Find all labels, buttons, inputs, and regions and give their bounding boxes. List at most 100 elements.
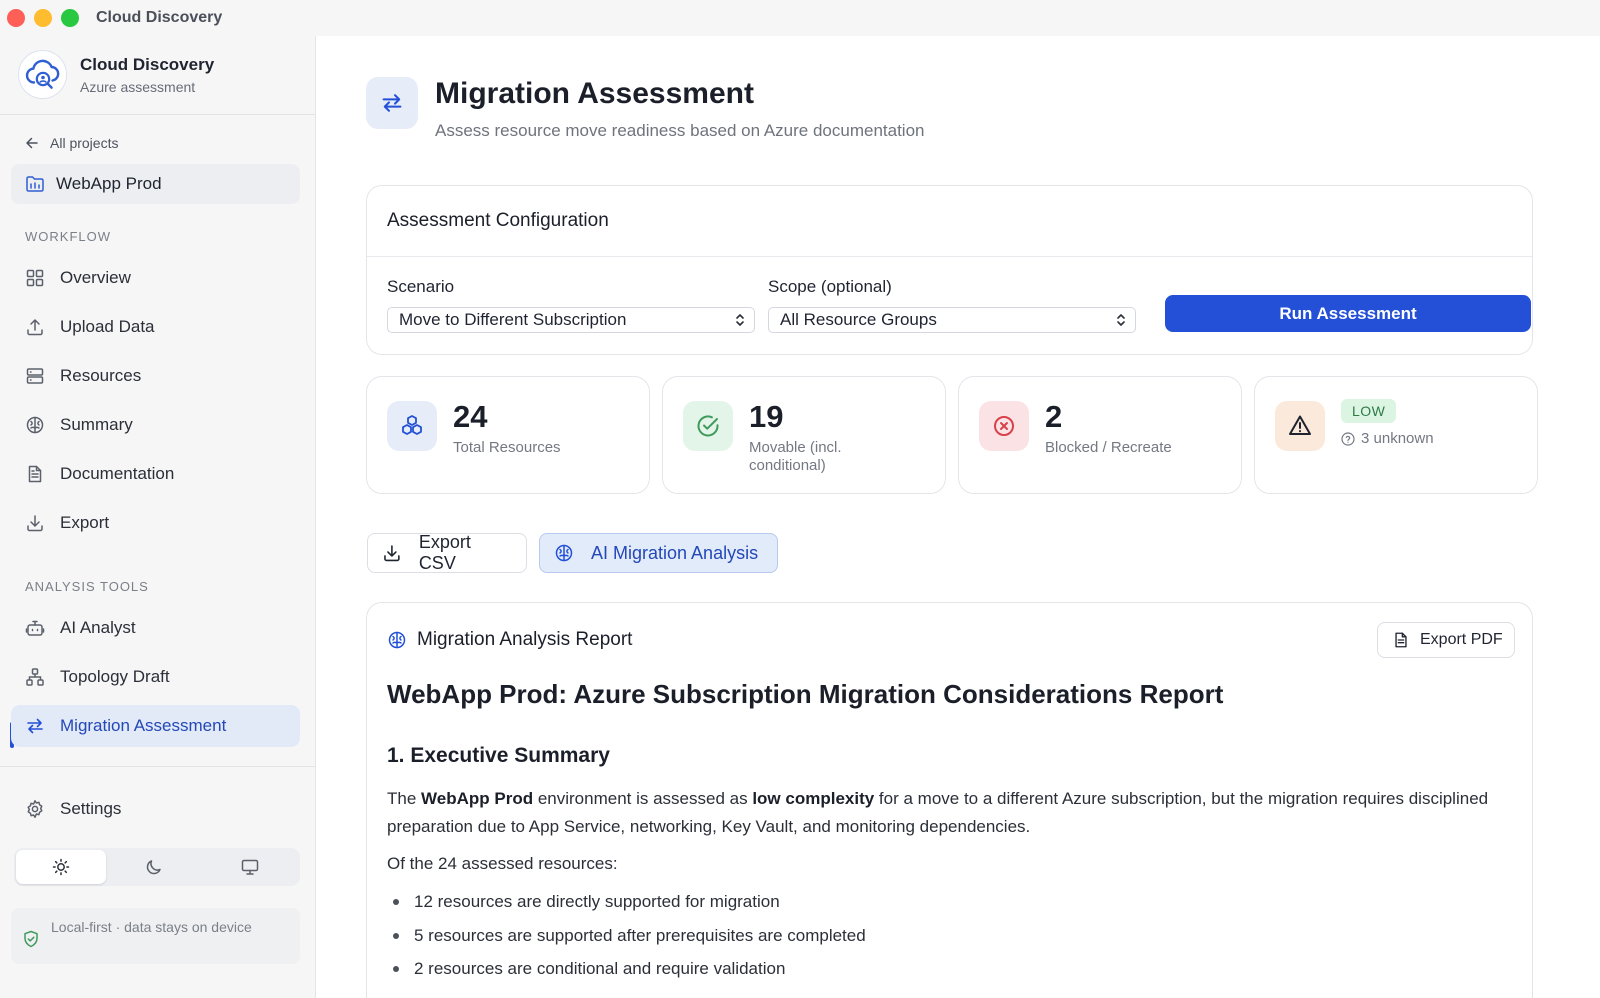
nav-migration-assessment-label: Migration Assessment (60, 716, 227, 735)
theme-switcher (14, 848, 300, 886)
list-item: 2 resources are conditional and require … (391, 959, 866, 993)
nav-overview[interactable]: Overview (11, 257, 300, 299)
export-csv-button[interactable]: Export CSV (367, 532, 527, 573)
nav-migration-assessment[interactable]: Migration Assessment (11, 705, 300, 747)
nav-settings[interactable]: Settings (11, 788, 300, 830)
current-project[interactable]: WebApp Prod (11, 164, 300, 204)
shield-check-icon (24, 930, 38, 948)
brain-icon (555, 544, 573, 562)
ai-migration-analysis-label: AI Migration Analysis (591, 542, 759, 563)
nav-summary-label: Summary (60, 415, 133, 434)
assessment-configuration-card: Assessment Configuration Scenario Move t… (366, 185, 1533, 355)
stat-movable: 19 Movable (incl. conditional) (662, 376, 946, 494)
config-divider (367, 256, 1532, 257)
upload-icon (27, 319, 43, 336)
sun-icon (52, 858, 70, 876)
summary-text-1: The (387, 789, 422, 808)
nav-upload-data[interactable]: Upload Data (11, 306, 300, 348)
summary-text-2: environment is assessed as (533, 789, 753, 808)
zoom-window-button[interactable] (61, 9, 79, 27)
nav-topology-draft[interactable]: Topology Draft (11, 656, 300, 698)
nav-settings-label: Settings (60, 799, 122, 818)
scope-label: Scope (optional) (768, 277, 892, 296)
sidebar-divider-bottom (0, 766, 316, 767)
chevron-up-down-icon (736, 314, 744, 326)
resource-breakdown-list: 12 resources are directly supported for … (391, 892, 866, 993)
moon-icon (146, 860, 161, 875)
stat-risk: LOW 3 unknown (1254, 376, 1538, 494)
document-icon (28, 465, 42, 483)
main-content: Migration Assessment Assess resource mov… (317, 36, 1600, 998)
nav-resources-label: Resources (60, 366, 142, 385)
total-resources-value: 24 (453, 399, 488, 434)
blocked-value: 2 (1045, 399, 1063, 434)
nav-resources[interactable]: Resources (11, 355, 300, 397)
list-item: 5 resources are supported after prerequi… (391, 926, 866, 960)
document-icon (1395, 632, 1407, 648)
close-window-button[interactable] (7, 9, 25, 27)
analysis-tools-section-label: ANALYSIS TOOLS (25, 579, 149, 594)
blocked-label: Blocked / Recreate (1045, 439, 1172, 456)
run-assessment-button[interactable]: Run Assessment (1165, 295, 1531, 332)
page-title: Migration Assessment (435, 77, 754, 110)
report-title: WebApp Prod: Azure Subscription Migratio… (387, 679, 1224, 709)
theme-dark-button[interactable] (106, 850, 202, 884)
scenario-value: Move to Different Subscription (399, 310, 627, 329)
unknown-count: 3 unknown (1341, 430, 1434, 447)
nav-export[interactable]: Export (11, 502, 300, 544)
gear-icon (27, 800, 43, 818)
server-icon (26, 368, 44, 384)
cubes-icon (387, 401, 437, 451)
project-name: WebApp Prod (56, 174, 162, 193)
list-item: 12 resources are directly supported for … (391, 892, 866, 926)
title-bar: Cloud Discovery (0, 0, 1600, 36)
brand-name: Cloud Discovery (80, 54, 215, 74)
window-controls (7, 9, 79, 27)
brain-icon (388, 631, 406, 649)
stat-blocked: 2 Blocked / Recreate (958, 376, 1242, 494)
nav-ai-analyst[interactable]: AI Analyst (11, 607, 300, 649)
download-icon (27, 515, 43, 532)
nav-documentation[interactable]: Documentation (11, 453, 300, 495)
warning-icon (1275, 401, 1325, 451)
nav-summary[interactable]: Summary (11, 404, 300, 446)
topology-icon (26, 668, 44, 686)
config-title: Assessment Configuration (387, 210, 609, 231)
risk-level-badge: LOW (1341, 399, 1397, 423)
summary-bold-complexity: low complexity (752, 789, 875, 808)
nav-upload-data-label: Upload Data (60, 317, 155, 336)
scope-select[interactable]: All Resource Groups (768, 307, 1136, 333)
movable-label: Movable (incl. conditional) (749, 439, 842, 474)
monitor-icon (241, 859, 259, 875)
brain-icon (26, 416, 44, 434)
sidebar: Cloud Discovery Azure assessment All pro… (0, 36, 316, 998)
workflow-section-label: WORKFLOW (25, 229, 111, 244)
total-resources-label: Total Resources (453, 439, 561, 456)
nav-ai-analyst-label: AI Analyst (60, 618, 136, 637)
theme-light-button[interactable] (16, 850, 106, 884)
export-pdf-label: Export PDF (1420, 631, 1503, 648)
report-header: Migration Analysis Report (387, 629, 632, 651)
download-icon (384, 545, 400, 562)
window-title: Cloud Discovery (96, 9, 223, 26)
migration-analysis-report: Migration Analysis Report Export PDF Web… (366, 602, 1533, 998)
brand-subtitle: Azure assessment (80, 78, 196, 95)
summary-paragraph: The WebApp Prod environment is assessed … (387, 785, 1507, 841)
summary-bold-project: WebApp Prod (421, 789, 534, 808)
nav-documentation-label: Documentation (60, 464, 175, 483)
chevron-up-down-icon (1117, 314, 1125, 326)
minimize-window-button[interactable] (34, 9, 52, 27)
theme-system-button[interactable] (202, 850, 298, 884)
bot-icon (25, 620, 45, 636)
all-projects-link[interactable]: All projects (24, 135, 118, 151)
export-pdf-button[interactable]: Export PDF (1377, 622, 1515, 658)
scenario-select[interactable]: Move to Different Subscription (387, 307, 755, 333)
stat-total-resources: 24 Total Resources (366, 376, 650, 494)
resource-count-intro: Of the 24 assessed resources: (387, 854, 618, 873)
arrow-left-icon (26, 137, 38, 149)
report-header-label: Migration Analysis Report (417, 629, 633, 650)
brand: Cloud Discovery Azure assessment (18, 50, 214, 99)
ai-migration-analysis-button[interactable]: AI Migration Analysis (539, 533, 778, 573)
section-executive-summary: 1. Executive Summary (387, 744, 610, 767)
x-circle-icon (979, 401, 1029, 451)
